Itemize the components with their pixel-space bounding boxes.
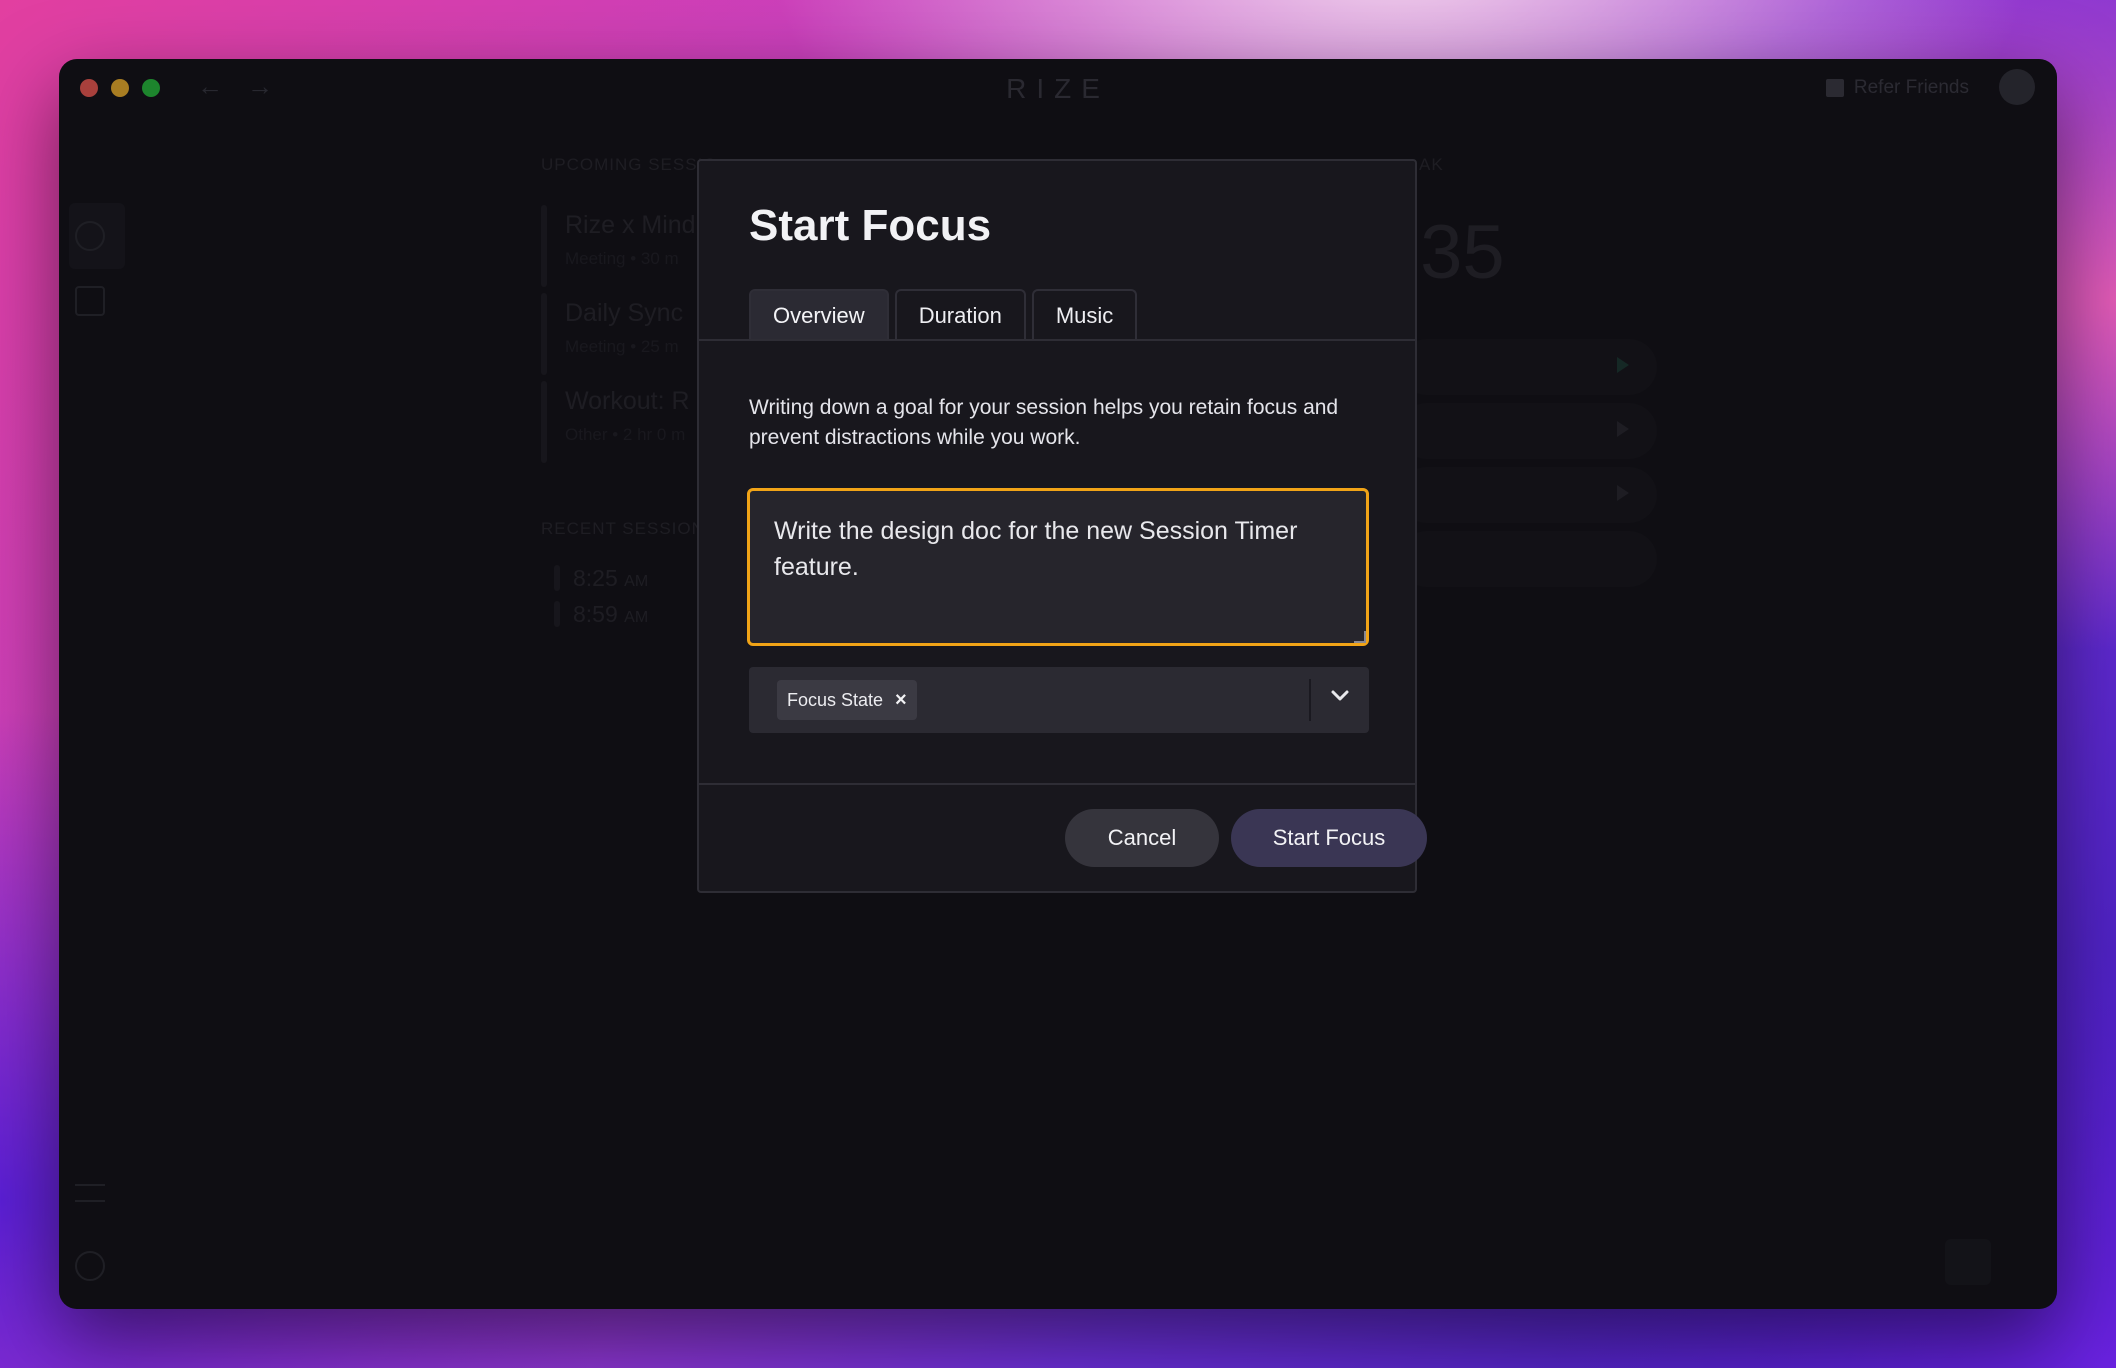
start-focus-button[interactable]: Start Focus — [1231, 809, 1427, 867]
resize-handle-icon[interactable] — [1354, 631, 1366, 643]
tab-music[interactable]: Music — [1031, 289, 1138, 341]
cancel-button[interactable]: Cancel — [1065, 809, 1219, 867]
goal-description: Writing down a goal for your session hel… — [749, 396, 1339, 449]
goal-textarea[interactable]: Write the design doc for the new Session… — [747, 488, 1369, 646]
tab-divider — [699, 339, 1415, 341]
tag-chip-label: Focus State — [787, 689, 884, 710]
tab-duration[interactable]: Duration — [894, 289, 1026, 341]
tab-overview[interactable]: Overview — [749, 289, 889, 341]
remove-tag-icon[interactable]: × — [895, 690, 907, 710]
tag-select[interactable]: Focus State × — [749, 667, 1369, 733]
tag-chip: Focus State × — [777, 680, 917, 720]
chevron-down-icon[interactable] — [1329, 685, 1351, 707]
start-focus-dialog: Start Focus Overview Duration Music Writ… — [697, 159, 1427, 893]
footer-divider — [699, 783, 1415, 785]
select-separator — [1309, 679, 1311, 721]
app-window: ← → RIZE Refer Friends UPCOMING SESSIO R… — [59, 59, 2057, 1309]
dialog-title: Start Focus — [749, 201, 992, 250]
dialog-tabs: Overview Duration Music — [749, 289, 1138, 341]
